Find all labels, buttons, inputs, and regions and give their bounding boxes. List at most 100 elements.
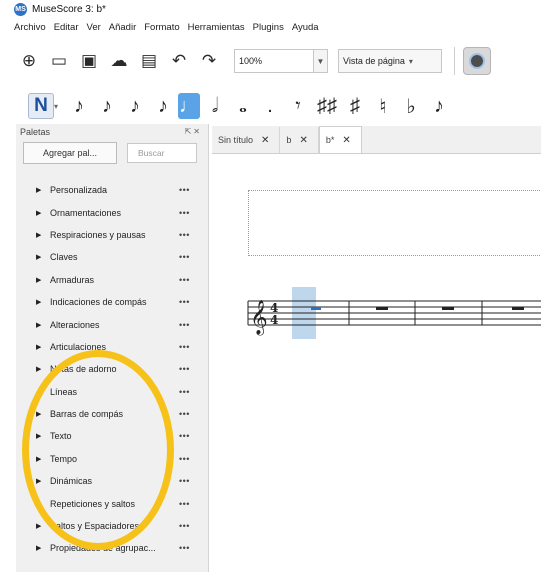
- duration-16th-icon[interactable]: ♪: [122, 93, 148, 119]
- more-options-icon[interactable]: •••: [179, 454, 190, 464]
- expand-arrow-icon[interactable]: ▶: [36, 544, 50, 552]
- palette-search-input[interactable]: Buscar: [127, 143, 197, 163]
- menu-item[interactable]: Herramientas: [184, 22, 249, 33]
- palette-item[interactable]: ▶ Ornamentaciones •••: [16, 201, 208, 223]
- zoom-dropdown-icon[interactable]: ▼: [314, 49, 328, 73]
- annotation-ring: [22, 350, 174, 550]
- more-options-icon[interactable]: •••: [179, 409, 190, 419]
- panel-float-close-icon[interactable]: ⇱✕: [185, 127, 202, 136]
- menu-item[interactable]: Plugins: [249, 22, 288, 33]
- palette-controls: Agregar pal... Buscar: [16, 139, 208, 167]
- flat-icon[interactable]: ♭: [398, 93, 424, 119]
- menu-bar: Archivo Editar Ver Añadir Formato Herramienta…: [0, 19, 541, 36]
- main-toolbar: ⊕ ▭ ▣ ☁ ▤ ↶ ↷ 100% ▼ Vista de página ▾: [0, 41, 541, 81]
- more-options-icon[interactable]: •••: [179, 230, 190, 240]
- tab-label: Sin título: [218, 135, 254, 145]
- treble-clef-icon: 𝄞: [250, 300, 268, 336]
- time-signature-bottom: 4: [270, 313, 278, 327]
- more-options-icon[interactable]: •••: [179, 252, 190, 262]
- duration-half-icon[interactable]: 𝅗𝅥: [202, 93, 228, 119]
- duration-32nd-icon[interactable]: ♪: [94, 93, 120, 119]
- whole-rest: [512, 307, 524, 310]
- view-mode-select[interactable]: Vista de página ▾: [338, 49, 442, 73]
- menu-item[interactable]: Archivo: [14, 22, 50, 33]
- rest-icon[interactable]: 𝄾: [284, 93, 312, 119]
- redo-icon[interactable]: ↷: [194, 46, 224, 76]
- note-input-button[interactable]: N: [28, 93, 54, 119]
- chevron-down-icon: ▾: [408, 56, 413, 66]
- tab-label: b*: [325, 135, 335, 145]
- view-mode-label: Vista de página: [343, 56, 405, 66]
- whole-rest-selected: [311, 307, 321, 310]
- voice-icon[interactable]: ♪: [426, 93, 452, 119]
- expand-arrow-icon[interactable]: ▶: [36, 365, 50, 373]
- duration-whole-icon[interactable]: 𝅝: [230, 93, 256, 119]
- palette-item[interactable]: ▶ Alteraciones •••: [16, 313, 208, 335]
- more-options-icon[interactable]: •••: [179, 387, 190, 397]
- double-sharp-icon[interactable]: ♯♯: [314, 93, 340, 119]
- sharp-icon[interactable]: ♯: [342, 93, 368, 119]
- augmentation-dot-icon[interactable]: .: [258, 93, 282, 119]
- new-score-icon[interactable]: ⊕: [14, 46, 44, 76]
- whole-rest: [376, 307, 388, 310]
- more-options-icon[interactable]: •••: [179, 499, 190, 509]
- more-options-icon[interactable]: •••: [179, 431, 190, 441]
- more-options-icon[interactable]: •••: [179, 208, 190, 218]
- close-icon[interactable]: ✕: [299, 135, 307, 146]
- duration-64th-icon[interactable]: ♪: [66, 93, 92, 119]
- window-title: MuseScore 3: b*: [32, 3, 106, 15]
- close-icon[interactable]: ✕: [342, 135, 350, 146]
- more-options-icon[interactable]: •••: [179, 476, 190, 486]
- chevron-down-icon[interactable]: ▾: [54, 93, 64, 119]
- whole-rest: [442, 307, 454, 310]
- more-options-icon[interactable]: •••: [179, 342, 190, 352]
- expand-arrow-icon[interactable]: ▶: [36, 276, 50, 284]
- more-options-icon[interactable]: •••: [179, 320, 190, 330]
- expand-arrow-icon[interactable]: ▶: [36, 186, 50, 194]
- palette-item[interactable]: ▶ Armaduras •••: [16, 269, 208, 291]
- menu-item[interactable]: Editar: [50, 22, 83, 33]
- note-input-toolbar: N ▾ ♪ ♪ ♪ ♪ ♩ 𝅗𝅥 𝅝. 𝄾 ♯♯ ♯ ♮ ♭ ♪: [0, 88, 541, 124]
- palette-item[interactable]: ▶ Respiraciones y pausas •••: [16, 224, 208, 246]
- more-options-icon[interactable]: •••: [179, 297, 190, 307]
- menu-item[interactable]: Formato: [140, 22, 183, 33]
- more-options-icon[interactable]: •••: [179, 543, 190, 553]
- menu-item[interactable]: Ver: [83, 22, 105, 33]
- score-tab[interactable]: Sin título ✕: [212, 127, 281, 153]
- expand-arrow-icon[interactable]: ▶: [36, 321, 50, 329]
- print-icon[interactable]: ▤: [134, 46, 164, 76]
- palette-item[interactable]: ▶ Claves •••: [16, 246, 208, 268]
- expand-arrow-icon[interactable]: ▶: [36, 253, 50, 261]
- cloud-upload-icon[interactable]: ☁: [104, 46, 134, 76]
- menu-item[interactable]: Ayuda: [288, 22, 323, 33]
- score-staff: 𝄞 4 4: [247, 287, 541, 339]
- duration-eighth-icon[interactable]: ♪: [150, 93, 176, 119]
- duration-quarter-icon[interactable]: ♩: [178, 93, 200, 119]
- score-tab[interactable]: b* ✕: [318, 126, 362, 153]
- score-canvas[interactable]: 𝄞 4 4: [212, 155, 541, 572]
- open-folder-icon[interactable]: ▭: [44, 46, 74, 76]
- score-tab[interactable]: b ✕: [280, 127, 319, 153]
- more-options-icon[interactable]: •••: [179, 185, 190, 195]
- undo-icon[interactable]: ↶: [164, 46, 194, 76]
- palette-item[interactable]: ▶ Indicaciones de compás •••: [16, 291, 208, 313]
- add-palette-button[interactable]: Agregar pal...: [23, 142, 117, 164]
- close-icon[interactable]: ✕: [261, 135, 269, 146]
- palettes-title: Paletas: [20, 126, 51, 137]
- toolbar-separator: [454, 47, 455, 75]
- expand-arrow-icon[interactable]: ▶: [36, 209, 50, 217]
- more-options-icon[interactable]: •••: [179, 275, 190, 285]
- save-icon[interactable]: ▣: [74, 46, 104, 76]
- expand-arrow-icon[interactable]: ▶: [36, 343, 50, 351]
- more-options-icon[interactable]: •••: [179, 521, 190, 531]
- natural-icon[interactable]: ♮: [370, 93, 396, 119]
- musescore-logo-icon: MS: [14, 2, 27, 16]
- expand-arrow-icon[interactable]: ▶: [36, 231, 50, 239]
- metronome-button[interactable]: [463, 47, 491, 75]
- score-tabs: Sin título ✕ b ✕ b* ✕: [212, 126, 541, 154]
- palette-item[interactable]: ▶ Personalizada •••: [16, 179, 208, 201]
- menu-item[interactable]: Añadir: [105, 22, 140, 33]
- more-options-icon[interactable]: •••: [179, 364, 190, 374]
- expand-arrow-icon[interactable]: ▶: [36, 298, 50, 306]
- zoom-input[interactable]: 100%: [234, 49, 314, 73]
